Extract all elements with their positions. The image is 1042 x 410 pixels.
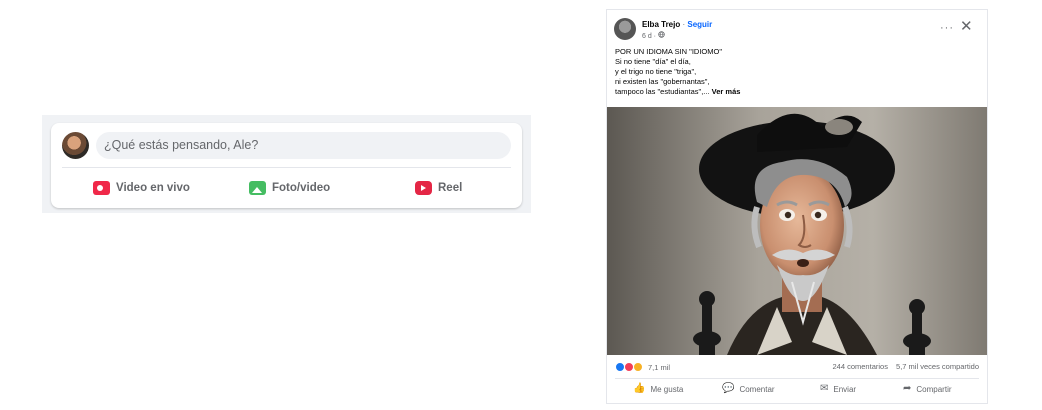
- messenger-icon: ✉: [820, 383, 829, 394]
- share-button[interactable]: ➦ Compartir: [903, 384, 952, 394]
- post-stats: 7,1 mil 244 comentarios 5,7 mil veces co…: [615, 362, 979, 374]
- reactions-summary[interactable]: 7,1 mil: [615, 362, 670, 372]
- thumbs-up-icon: 👍: [633, 383, 646, 394]
- reel-icon: [415, 181, 432, 195]
- comments-count[interactable]: 244 comentarios: [833, 362, 888, 371]
- post-text-last-line: tampoco las "estudiantas",...: [615, 87, 710, 96]
- haha-reaction-icon: [633, 362, 643, 372]
- reactions-count: 7,1 mil: [648, 362, 671, 372]
- post-text: POR UN IDIOMA SIN "IDIOMO" Si no tiene "…: [615, 47, 975, 97]
- post-image[interactable]: [607, 107, 987, 355]
- post-text-line: Si no tiene "día" el día,: [615, 57, 691, 66]
- reel-label: Reel: [438, 182, 463, 194]
- post-author-line: Elba Trejo · Seguir: [642, 20, 712, 29]
- like-button[interactable]: 👍 Me gusta: [633, 384, 683, 394]
- see-more-link[interactable]: Ver más: [712, 87, 741, 96]
- reel-button[interactable]: Reel: [415, 179, 462, 197]
- send-label: Enviar: [833, 384, 857, 394]
- shares-count[interactable]: 5,7 mil veces compartido: [896, 362, 979, 371]
- live-video-label: Video en vivo: [116, 182, 190, 194]
- share-icon: ➦: [903, 383, 912, 394]
- comment-button[interactable]: 💬 Comentar: [722, 384, 775, 394]
- author-avatar[interactable]: [614, 18, 636, 40]
- post-text-line: ni existen las "gobernantas",: [615, 77, 710, 86]
- more-options-button[interactable]: ···: [940, 22, 954, 34]
- post-meta: 6 d ·: [642, 31, 665, 40]
- comment-icon: 💬: [722, 383, 735, 394]
- follow-button[interactable]: Seguir: [687, 20, 712, 29]
- author-name[interactable]: Elba Trejo: [642, 20, 680, 29]
- send-button[interactable]: ✉ Enviar: [820, 384, 856, 394]
- like-label: Me gusta: [650, 384, 684, 394]
- stats-divider: [615, 378, 979, 379]
- composer-divider: [62, 167, 511, 168]
- post-text-line: y el trigo no tiene "triga",: [615, 67, 697, 76]
- share-label: Compartir: [916, 384, 952, 394]
- live-video-button[interactable]: Video en vivo: [93, 179, 190, 197]
- user-avatar[interactable]: [62, 132, 89, 159]
- create-post-card: ¿Qué estás pensando, Ale? Video en vivo …: [51, 123, 522, 208]
- globe-icon: [658, 31, 665, 40]
- whats-on-your-mind-input[interactable]: ¿Qué estás pensando, Ale?: [96, 132, 511, 159]
- close-post-button[interactable]: ✕: [960, 17, 973, 35]
- post-actions-bar: 👍 Me gusta 💬 Comentar ✉ Enviar ➦ Compart…: [607, 382, 987, 400]
- post-text-line: tampoco las "estudiantas",... Ver más: [615, 87, 975, 97]
- composer-panel: ¿Qué estás pensando, Ale? Video en vivo …: [42, 115, 531, 213]
- live-video-icon: [93, 181, 110, 195]
- comment-label: Comentar: [739, 384, 775, 394]
- photo-video-icon: [249, 181, 266, 195]
- engagement-counts: 244 comentarios 5,7 mil veces compartido: [833, 362, 980, 371]
- author-separator: ·: [682, 20, 686, 29]
- post-time[interactable]: 6 d ·: [642, 33, 656, 40]
- photo-video-button[interactable]: Foto/video: [249, 179, 330, 197]
- feed-post: Elba Trejo · Seguir 6 d · ··· ✕ POR UN I…: [607, 10, 987, 403]
- quixote-sculpture-image: [607, 107, 987, 355]
- photo-video-label: Foto/video: [272, 182, 331, 194]
- post-text-line: POR UN IDIOMA SIN "IDIOMO": [615, 47, 722, 56]
